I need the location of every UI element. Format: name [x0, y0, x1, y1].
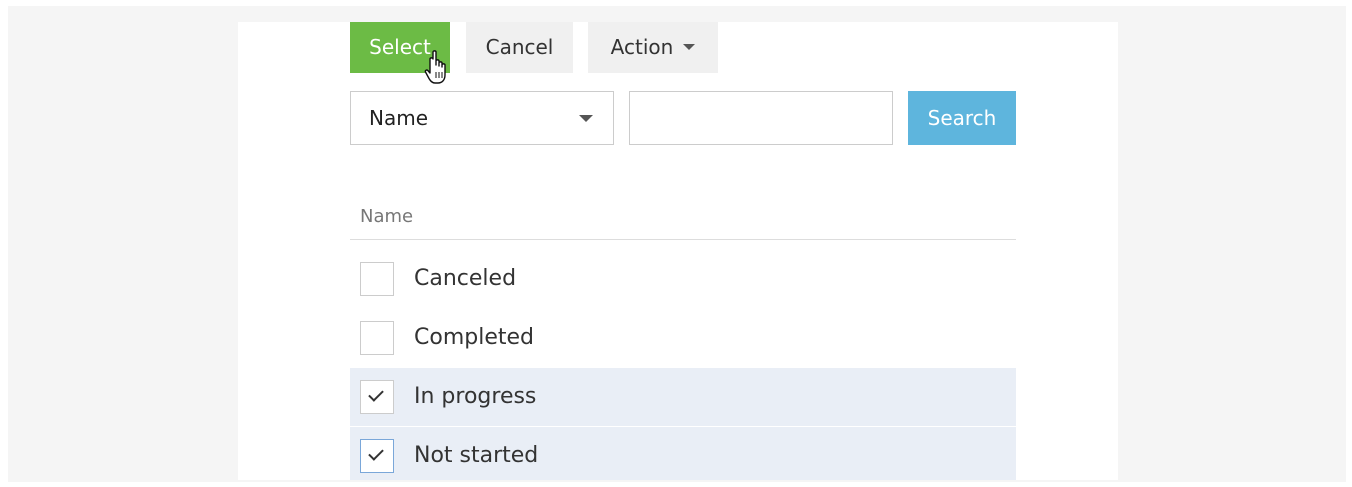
action-dropdown-button[interactable]: Action	[588, 22, 718, 73]
table-column-header[interactable]: Name	[350, 200, 1016, 240]
search-field-value: Name	[369, 106, 429, 130]
list-item-not-started[interactable]: Not started	[350, 427, 1016, 480]
list-item-label: Not started	[414, 443, 539, 468]
checkbox-not-started[interactable]	[360, 439, 394, 473]
cancel-button[interactable]: Cancel	[466, 22, 573, 73]
list-item-label: In progress	[414, 384, 537, 409]
search-field-select[interactable]: Name	[350, 91, 614, 145]
select-button[interactable]: Select	[350, 22, 450, 73]
caret-down-icon	[683, 43, 696, 50]
checkbox-in-progress[interactable]	[360, 380, 394, 414]
search-input[interactable]	[629, 91, 893, 145]
search-button[interactable]: Search	[908, 91, 1016, 145]
list-item-in-progress[interactable]: In progress	[350, 368, 1016, 426]
list-item-canceled[interactable]: Canceled	[350, 250, 1016, 308]
select-button-label: Select	[369, 35, 431, 59]
search-button-label: Search	[927, 106, 997, 130]
checkmark-icon	[368, 445, 384, 461]
selection-dialog: Select Cancel Action Name Search Name Ca…	[238, 22, 1118, 480]
cancel-button-label: Cancel	[485, 35, 554, 59]
checkbox-canceled[interactable]	[360, 262, 394, 296]
list-item-label: Canceled	[414, 266, 517, 291]
checkbox-completed[interactable]	[360, 321, 394, 355]
column-header-name: Name	[360, 206, 414, 227]
list-item-completed[interactable]: Completed	[350, 309, 1016, 367]
action-button-label: Action	[610, 35, 674, 59]
checkmark-icon	[368, 386, 384, 402]
list-item-label: Completed	[414, 325, 534, 350]
chevron-down-icon	[579, 115, 593, 122]
